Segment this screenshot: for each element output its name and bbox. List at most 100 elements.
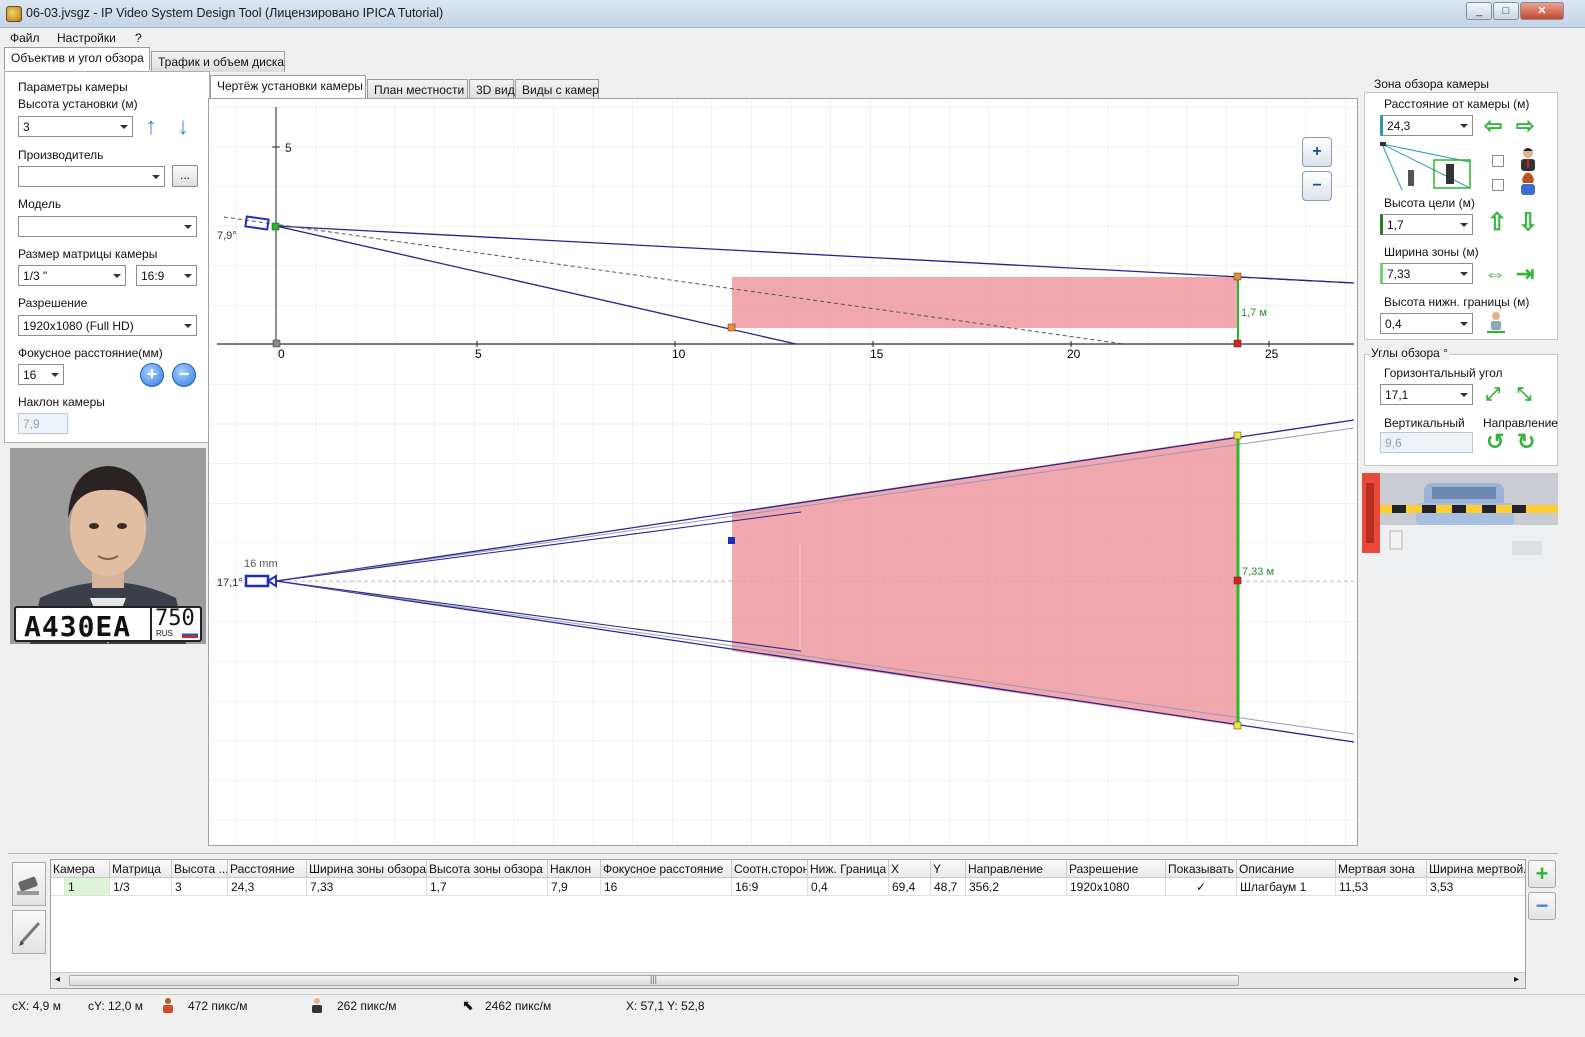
browse-button[interactable]: ... xyxy=(172,165,198,187)
horizontal-scrollbar[interactable]: ◂ ||| ▸ xyxy=(51,972,1525,988)
zoom-in-lens-button[interactable]: + xyxy=(140,363,164,387)
height-down-icon[interactable]: ↓ xyxy=(177,115,189,139)
target-height-select[interactable]: 1,7 xyxy=(1380,214,1473,235)
female-target-checkbox[interactable] xyxy=(1492,179,1504,191)
camera-list-tool[interactable] xyxy=(12,862,46,906)
cell-y[interactable]: 48,7 xyxy=(931,878,966,896)
cell-zone-width[interactable]: 7,33 xyxy=(307,878,427,896)
zone-width-select[interactable]: 7,33 xyxy=(1380,263,1473,284)
male-person-icon[interactable] xyxy=(1519,147,1537,171)
camera-anchor-handle[interactable] xyxy=(271,222,280,231)
maximize-button[interactable]: □ xyxy=(1493,2,1519,20)
zone-left-handle[interactable] xyxy=(1233,431,1242,440)
focal-select[interactable]: 16 xyxy=(18,364,64,385)
remove-camera-button[interactable]: − xyxy=(1528,892,1556,920)
cell-resolution[interactable]: 1920x1080 xyxy=(1067,878,1166,896)
cell-tilt[interactable]: 7,9 xyxy=(548,878,601,896)
cell-description[interactable]: Шлагбаум 1 xyxy=(1237,878,1336,896)
tab-3d-view[interactable]: 3D вид xyxy=(469,79,515,100)
col-zone-width[interactable]: Ширина зоны обзора xyxy=(307,860,427,878)
drawing-svg[interactable]: 5 0 5 10 15 20 25 1,7 м 7,9° 7,33 м 16 m… xyxy=(209,99,1358,846)
zoom-out-button[interactable]: − xyxy=(1302,171,1332,201)
menu-help[interactable]: ? xyxy=(135,31,142,45)
cameras-table[interactable]: Камера Матрица Высота ... Расстояние Шир… xyxy=(50,859,1526,989)
rotate-left-icon[interactable]: ↺ xyxy=(1486,431,1504,453)
manufacturer-select[interactable] xyxy=(18,166,165,187)
col-height[interactable]: Высота ... xyxy=(172,860,228,878)
target-height-up-icon[interactable]: ⇧ xyxy=(1487,211,1507,235)
cell-direction[interactable]: 356,2 xyxy=(966,878,1067,896)
col-aspect[interactable]: Соотн.сторон xyxy=(732,860,808,878)
tab-camera-views[interactable]: Виды с камер xyxy=(515,79,599,100)
col-dead-zone-width[interactable]: Ширина мертвой... xyxy=(1427,860,1525,878)
cell-x[interactable]: 69,4 xyxy=(889,878,931,896)
target-top-handle[interactable] xyxy=(1233,272,1242,281)
col-y[interactable]: Y xyxy=(931,860,966,878)
edit-tool[interactable] xyxy=(12,910,46,954)
close-button[interactable]: ✕ xyxy=(1520,2,1564,20)
col-x[interactable]: X xyxy=(889,860,931,878)
height-select[interactable]: 3 xyxy=(18,116,133,137)
cell-dead-zone-width[interactable]: 3,53 xyxy=(1427,878,1525,896)
height-up-icon[interactable]: ↑ xyxy=(145,115,157,139)
col-lower-bound[interactable]: Ниж. Граница xyxy=(808,860,889,878)
cell-zone-height[interactable]: 1,7 xyxy=(427,878,548,896)
zone-center-handle[interactable] xyxy=(1233,576,1242,585)
scroll-left-icon[interactable]: ◂ xyxy=(55,974,60,985)
scroll-right-icon[interactable]: ▸ xyxy=(1514,974,1519,985)
cell-height[interactable]: 3 xyxy=(172,878,228,896)
col-dead-zone[interactable]: Мертвая зона xyxy=(1336,860,1427,878)
col-focal[interactable]: Фокусное расстояние xyxy=(601,860,732,878)
cell-lower-bound[interactable]: 0,4 xyxy=(808,878,889,896)
col-resolution[interactable]: Разрешение xyxy=(1067,860,1166,878)
distance-select[interactable]: 24,3 xyxy=(1380,115,1473,136)
col-camera[interactable]: Камера xyxy=(51,860,110,878)
drawing-canvas[interactable]: 5 0 5 10 15 20 25 1,7 м 7,9° 7,33 м 16 m… xyxy=(208,98,1358,846)
col-distance[interactable]: Расстояние xyxy=(228,860,307,878)
col-direction[interactable]: Направление xyxy=(966,860,1067,878)
zone-width-shrink-icon[interactable]: ⇥ xyxy=(1516,263,1534,285)
col-description[interactable]: Описание xyxy=(1237,860,1336,878)
aspect-select[interactable]: 16:9 xyxy=(136,265,197,286)
col-show[interactable]: Показывать xyxy=(1166,860,1237,878)
near-boundary-handle[interactable] xyxy=(727,323,736,332)
lower-bound-select[interactable]: 0,4 xyxy=(1380,313,1473,334)
female-person-icon[interactable] xyxy=(1519,171,1537,195)
near-zone-handle[interactable] xyxy=(728,537,735,544)
male-target-checkbox[interactable] xyxy=(1492,155,1504,167)
camera-top-icon[interactable] xyxy=(244,574,270,588)
target-height-down-icon[interactable]: ⇩ xyxy=(1518,211,1538,235)
distance-increase-icon[interactable]: ⇨ xyxy=(1516,115,1534,137)
cell-aspect[interactable]: 16:9 xyxy=(732,878,808,896)
zone-width-expand-icon[interactable]: ⇔ xyxy=(1484,263,1506,285)
zoom-out-lens-button[interactable]: − xyxy=(172,363,196,387)
tab-lens[interactable]: Объектив и угол обзора xyxy=(4,47,150,70)
tab-traffic[interactable]: Трафик и объем диска xyxy=(151,51,285,72)
model-select[interactable] xyxy=(18,216,197,237)
menu-file[interactable]: Файл xyxy=(10,31,40,45)
resolution-select[interactable]: 1920x1080 (Full HD) xyxy=(18,315,197,336)
cell-camera[interactable]: 1 xyxy=(65,878,110,896)
target-distance-handle[interactable] xyxy=(1233,339,1242,348)
angle-narrow-icon[interactable]: ⤡ xyxy=(1517,383,1531,405)
tab-installation-drawing[interactable]: Чертёж установки камеры xyxy=(210,75,366,98)
horizontal-angle-select[interactable]: 17,1 xyxy=(1380,384,1473,405)
distance-decrease-icon[interactable]: ⇦ xyxy=(1484,115,1502,137)
matrix-select[interactable]: 1/3 " xyxy=(18,265,126,286)
cell-matrix[interactable]: 1/3 xyxy=(110,878,172,896)
add-camera-button[interactable]: + xyxy=(1528,860,1556,888)
col-zone-height[interactable]: Высота зоны обзора xyxy=(427,860,548,878)
ground-origin-handle[interactable] xyxy=(272,339,281,348)
cell-distance[interactable]: 24,3 xyxy=(228,878,307,896)
menu-settings[interactable]: Настройки xyxy=(57,31,116,45)
angle-widen-icon[interactable]: ⤢ xyxy=(1486,383,1500,405)
scroll-thumb[interactable]: ||| xyxy=(69,974,1239,986)
rotate-right-icon[interactable]: ↻ xyxy=(1517,431,1535,453)
tab-site-plan[interactable]: План местности xyxy=(367,79,468,100)
col-tilt[interactable]: Наклон xyxy=(548,860,601,878)
cell-dead-zone[interactable]: 11,53 xyxy=(1336,878,1427,896)
zoom-in-button[interactable]: + xyxy=(1302,137,1332,167)
cell-focal[interactable]: 16 xyxy=(601,878,732,896)
col-matrix[interactable]: Матрица xyxy=(110,860,172,878)
cell-show-checkbox[interactable]: ✓ xyxy=(1166,878,1237,896)
